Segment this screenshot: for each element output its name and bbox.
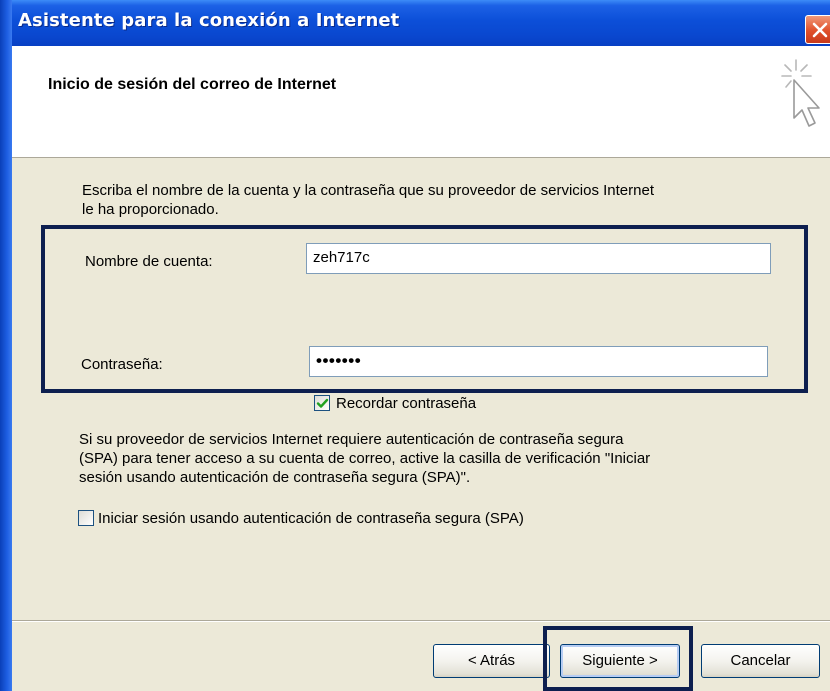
page-title: Inicio de sesión del correo de Internet <box>48 76 337 93</box>
intro-line-1: Escriba el nombre de la cuenta y la cont… <box>82 182 654 199</box>
spa-line-1: Si su proveedor de servicios Internet re… <box>79 431 624 448</box>
spa-checkbox[interactable] <box>78 510 94 526</box>
title-bar[interactable]: Asistente para la conexión a Internet <box>0 0 830 46</box>
password-field[interactable]: ••••••• <box>309 346 768 377</box>
account-name-label: Nombre de cuenta: <box>85 253 213 270</box>
spa-checkbox-label[interactable]: Iniciar sesión usando autenticación de c… <box>98 510 524 527</box>
close-button[interactable] <box>805 15 830 44</box>
spa-line-3: sesión usando autenticación de contraseñ… <box>79 469 471 486</box>
intro-line-2: le ha proporcionado. <box>82 201 219 218</box>
back-button[interactable]: < Atrás <box>433 644 550 678</box>
spa-description: Si su proveedor de servicios Internet re… <box>79 430 650 487</box>
intro-text: Escriba el nombre de la cuenta y la cont… <box>82 181 654 219</box>
remember-password-checkbox[interactable] <box>314 395 330 411</box>
cancel-button[interactable]: Cancelar <box>701 644 820 678</box>
password-label: Contraseña: <box>81 356 163 373</box>
checkmark-icon <box>316 398 329 408</box>
window-left-border <box>0 0 12 691</box>
wizard-header: Inicio de sesión del correo de Internet <box>12 46 830 158</box>
account-name-field[interactable]: zeh717c <box>306 243 771 274</box>
account-name-value: zeh717c <box>313 249 370 266</box>
wizard-cursor-icon <box>781 59 820 127</box>
wizard-window: Asistente para la conexión a Internet In… <box>0 0 830 691</box>
password-value: ••••••• <box>316 351 362 370</box>
spa-line-2: (SPA) para tener acceso a su cuenta de c… <box>79 450 651 467</box>
close-icon <box>812 22 828 38</box>
button-separator <box>12 620 830 622</box>
remember-password-label[interactable]: Recordar contraseña <box>336 395 476 412</box>
window-title: Asistente para la conexión a Internet <box>18 10 400 31</box>
next-button-highlight <box>543 626 693 691</box>
